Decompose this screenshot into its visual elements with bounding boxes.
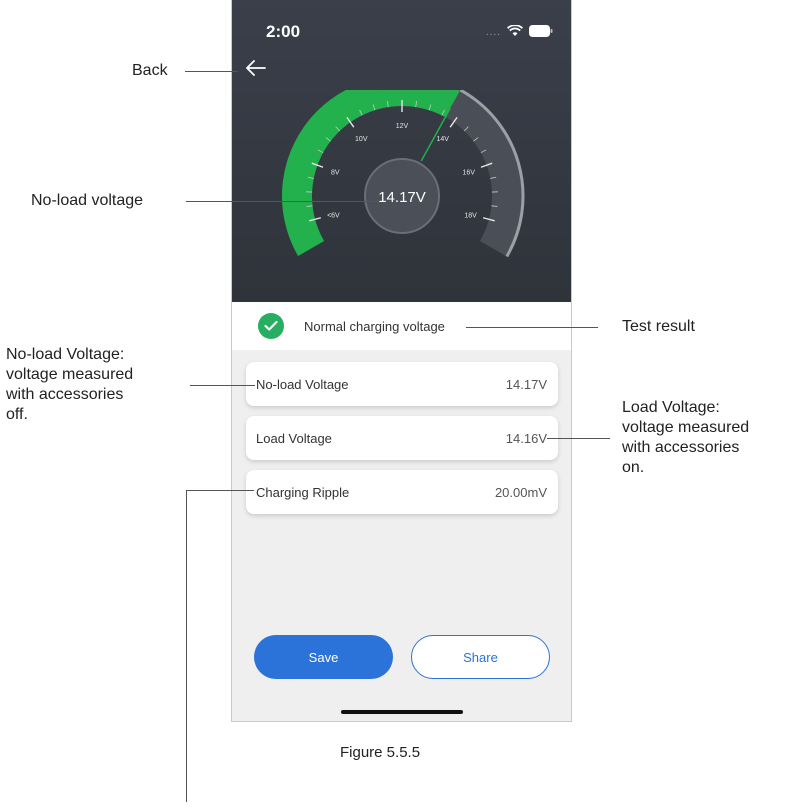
row-label: No-load Voltage bbox=[256, 376, 349, 392]
annotation-load-desc: Load Voltage: voltage measured with acce… bbox=[622, 398, 749, 478]
leader-noload-voltage bbox=[186, 201, 378, 202]
annotation-line: with accessories bbox=[622, 439, 740, 456]
gauge-tick-label: 12V bbox=[396, 123, 409, 130]
leader-back bbox=[185, 71, 238, 72]
phone-screen: 2:00 .... <6V 8V 10V 12V 14V 16V 18V 14.… bbox=[231, 0, 572, 722]
leader-load-desc bbox=[547, 438, 610, 439]
share-button[interactable]: Share bbox=[411, 635, 550, 679]
gauge-tick-label: 16V bbox=[462, 170, 475, 177]
leader-ripple-h bbox=[186, 490, 254, 491]
save-button[interactable]: Save bbox=[254, 635, 393, 679]
gauge-reading: 14.17V bbox=[378, 189, 426, 206]
annotation-line: voltage measured bbox=[622, 419, 750, 436]
row-value: 14.16V bbox=[505, 430, 547, 446]
signal-dots-icon: .... bbox=[485, 27, 501, 38]
figure-caption: Figure 5.5.5 bbox=[340, 744, 421, 761]
wifi-icon bbox=[506, 24, 524, 42]
annotation-noload-desc: No-load Voltage: voltage measured with a… bbox=[6, 345, 133, 425]
check-icon bbox=[258, 313, 284, 339]
row-value: 14.17V bbox=[505, 376, 547, 392]
gauge-tick-label: 14V bbox=[436, 136, 449, 143]
back-arrow-icon[interactable] bbox=[242, 54, 270, 82]
row-noload-voltage: No-load Voltage 14.17V bbox=[246, 362, 558, 406]
annotation-noload-voltage: No-load voltage bbox=[31, 192, 144, 209]
annotation-back: Back bbox=[132, 62, 168, 79]
annotation-line: voltage measured bbox=[6, 366, 134, 383]
annotation-line: on. bbox=[622, 459, 645, 476]
status-icons: .... bbox=[486, 24, 553, 42]
row-charging-ripple: Charging Ripple 20.00mV bbox=[246, 470, 558, 514]
row-load-voltage: Load Voltage 14.16V bbox=[246, 416, 558, 460]
annotation-line: off. bbox=[6, 406, 28, 423]
annotation-line: with accessories bbox=[6, 386, 124, 403]
gauge-tick-label: 18V bbox=[464, 212, 477, 219]
row-label: Load Voltage bbox=[256, 430, 332, 446]
test-result-text: Normal charging voltage bbox=[304, 318, 445, 334]
gauge-tick-label: 10V bbox=[355, 136, 368, 143]
row-value: 20.00mV bbox=[494, 484, 547, 500]
annotation-line: No-load Voltage: bbox=[6, 346, 125, 363]
gauge-needle bbox=[420, 108, 451, 162]
gauge-tick-label: <6V bbox=[327, 212, 340, 219]
status-time: 2:00 bbox=[266, 22, 301, 41]
leader-ripple-v bbox=[186, 490, 187, 802]
leader-noload-desc bbox=[190, 385, 255, 386]
gauge-panel: 2:00 .... <6V 8V 10V 12V 14V 16V 18V 14.… bbox=[232, 0, 571, 302]
leader-test-result bbox=[466, 327, 598, 328]
voltage-gauge: <6V 8V 10V 12V 14V 16V 18V 14.17V bbox=[282, 90, 525, 258]
annotation-test-result: Test result bbox=[622, 318, 695, 335]
battery-icon bbox=[529, 24, 553, 42]
test-result-bar: Normal charging voltage bbox=[232, 302, 571, 350]
gauge-tick-label: 8V bbox=[331, 170, 340, 177]
annotation-line: Load Voltage: bbox=[622, 399, 720, 416]
home-indicator bbox=[341, 710, 463, 714]
row-label: Charging Ripple bbox=[256, 484, 350, 500]
